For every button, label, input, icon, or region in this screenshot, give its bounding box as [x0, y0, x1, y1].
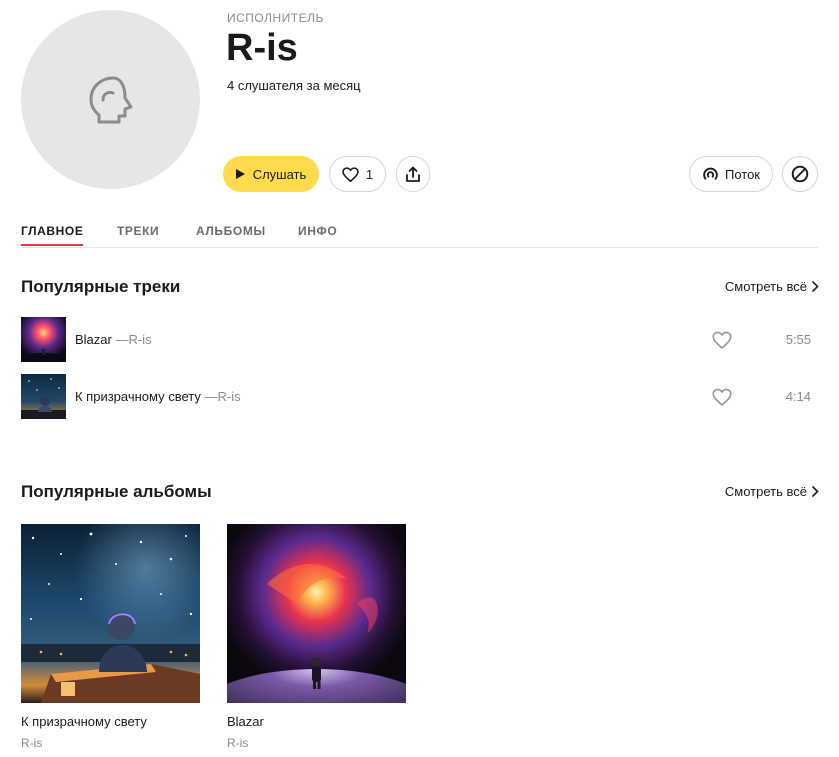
album-artist[interactable]: R-is: [21, 736, 200, 750]
album-cover[interactable]: [227, 524, 406, 703]
play-button[interactable]: Слушать: [223, 156, 319, 192]
track-duration: 5:55: [785, 332, 811, 347]
block-icon: [791, 165, 809, 183]
artist-name: R-is: [226, 27, 298, 69]
album-card[interactable]: К призрачному свету R-is: [21, 524, 200, 750]
track-title-line: К призрачному свету —R-is: [75, 389, 241, 404]
track-row[interactable]: Blazar —R-is 5:55: [21, 317, 818, 362]
share-button[interactable]: [396, 156, 430, 192]
tab-main[interactable]: ГЛАВНОЕ: [21, 224, 84, 246]
chevron-right-icon: [812, 486, 819, 497]
album-title[interactable]: К призрачному свету: [21, 714, 200, 729]
popular-tracks-title: Популярные треки: [21, 277, 181, 296]
track-artist[interactable]: R-is: [128, 332, 151, 347]
popular-albums-see-all-link[interactable]: Смотреть всё: [725, 484, 819, 499]
play-button-label: Слушать: [252, 166, 307, 182]
heart-icon[interactable]: [712, 388, 732, 406]
block-artist-button[interactable]: [782, 156, 818, 192]
album-card[interactable]: Blazar R-is: [227, 524, 406, 750]
play-icon: [235, 169, 245, 179]
artist-kind-label: ИСПОЛНИТЕЛЬ: [227, 11, 324, 25]
popular-tracks-see-all-link[interactable]: Смотреть всё: [725, 279, 819, 294]
heart-icon: [342, 166, 359, 182]
track-cover[interactable]: [21, 317, 66, 362]
track-cover[interactable]: [21, 374, 66, 419]
track-title[interactable]: К призрачному свету: [75, 389, 201, 404]
artist-tabs: ГЛАВНОЕ ТРЕКИ АЛЬБОМЫ ИНФО: [21, 222, 818, 248]
track-artist[interactable]: R-is: [218, 389, 241, 404]
see-all-label: Смотреть всё: [724, 279, 807, 294]
track-title-line: Blazar —R-is: [75, 332, 152, 347]
wave-icon: [703, 167, 718, 180]
track-title[interactable]: Blazar: [75, 332, 112, 347]
share-icon: [406, 166, 420, 182]
artist-placeholder-icon: [89, 76, 132, 123]
album-cover[interactable]: [21, 524, 200, 703]
track-row[interactable]: К призрачному свету —R-is 4:14: [21, 374, 818, 419]
album-artist[interactable]: R-is: [227, 736, 406, 750]
popular-albums-title: Популярные альбомы: [21, 482, 212, 501]
track-separator: —: [115, 332, 129, 347]
like-artist-button[interactable]: 1: [329, 156, 386, 192]
chevron-right-icon: [812, 281, 819, 292]
track-duration: 4:14: [785, 389, 811, 404]
tab-tracks[interactable]: ТРЕКИ: [117, 224, 159, 238]
heart-icon[interactable]: [712, 331, 732, 349]
like-count: 1: [365, 166, 374, 182]
track-separator: —: [204, 389, 218, 404]
artist-wave-button[interactable]: Поток: [689, 156, 773, 192]
wave-button-label: Поток: [724, 166, 760, 182]
see-all-label: Смотреть всё: [724, 484, 807, 499]
artist-avatar: [21, 10, 200, 189]
album-title[interactable]: Blazar: [227, 714, 406, 729]
tab-albums[interactable]: АЛЬБОМЫ: [196, 224, 266, 238]
monthly-listeners: 4 слушателя за месяц: [227, 78, 361, 93]
tab-info[interactable]: ИНФО: [298, 224, 337, 238]
